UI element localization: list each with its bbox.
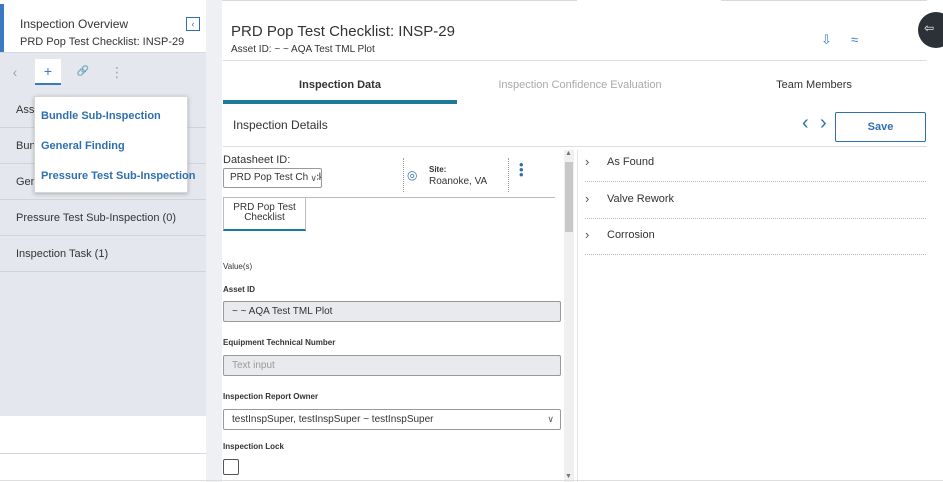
inspection-report-owner-label: Inspection Report Owner xyxy=(223,392,319,401)
tab-inspection-confidence-evaluation[interactable]: Inspection Confidence Evaluation xyxy=(463,70,697,104)
values-heading: Value(s) xyxy=(223,262,253,271)
sheet-tab-line2: Checklist xyxy=(244,212,285,223)
menu-item-general-finding[interactable]: General Finding xyxy=(41,140,125,152)
scroll-thumb[interactable] xyxy=(565,162,573,232)
save-button[interactable]: Save xyxy=(835,112,926,142)
chevron-right-icon: › xyxy=(585,191,590,206)
main-content: PRD Pop Test Checklist: INSP-29 Asset ID… xyxy=(206,0,927,482)
accordion-as-found[interactable]: › As Found xyxy=(585,146,926,182)
left-toolbar: ‹ + 🔗 ⋮ xyxy=(0,52,206,92)
datasheet-label: Datasheet ID: xyxy=(223,154,291,166)
asset-id-label: Asset ID xyxy=(223,285,256,294)
equipment-technical-number-field[interactable]: Text input xyxy=(223,355,561,376)
accordion-label: As Found xyxy=(607,156,655,168)
site-label: Site: xyxy=(429,165,447,174)
menu-item-pressure-test-sub-inspection[interactable]: Pressure Test Sub-Inspection xyxy=(41,170,195,182)
overview-header[interactable]: Inspection Overview PRD Pop Test Checkli… xyxy=(0,4,206,52)
menu-item-bundle-sub-inspection[interactable]: Bundle Sub-Inspection xyxy=(41,110,161,122)
owner-selected-value: testInspSuper, testInspSuper ~ testInspS… xyxy=(232,414,434,425)
add-icon[interactable]: + xyxy=(35,59,61,85)
accordion-label: Valve Rework xyxy=(607,193,675,205)
section-title: Inspection Details xyxy=(233,118,328,132)
divider xyxy=(508,158,509,192)
accordion-valve-rework[interactable]: › Valve Rework xyxy=(585,183,926,219)
location-pin-icon: ◎ xyxy=(407,168,418,182)
link-icon[interactable]: 🔗 xyxy=(70,59,96,85)
scroll-down-icon[interactable]: ▼ xyxy=(565,473,572,480)
divider xyxy=(403,158,404,192)
inspection-report-owner-select[interactable]: testInspSuper, testInspSuper ~ testInspS… xyxy=(223,409,561,430)
inspection-lock-checkbox[interactable] xyxy=(223,459,239,475)
footer-divider xyxy=(0,480,943,481)
previous-record-icon[interactable]: ‹ xyxy=(802,112,809,135)
form-scrollbar[interactable]: ▲ ▼ xyxy=(564,150,574,482)
collapse-panel-icon[interactable]: ‹ xyxy=(186,17,200,31)
tab-team-members[interactable]: Team Members xyxy=(697,70,931,104)
right-edge xyxy=(927,0,943,482)
inspection-lock-label: Inspection Lock xyxy=(223,442,284,451)
datasheet-select[interactable]: PRD Pop Test Checklist ∨ xyxy=(223,168,322,188)
site-value: Roanoke, VA xyxy=(429,176,488,187)
datasheet-section-tab[interactable]: PRD Pop Test Checklist xyxy=(223,198,306,231)
datasheet-form: Datasheet ID: PRD Pop Test Checklist ∨ ◎… xyxy=(223,148,563,482)
selected-accent xyxy=(0,4,4,52)
tab-bar: Inspection Data Inspection Confidence Ev… xyxy=(223,70,927,106)
header-divider xyxy=(223,60,927,61)
overview-subtitle: PRD Pop Test Checklist: INSP-29 xyxy=(20,36,185,48)
chevron-right-icon: › xyxy=(585,154,590,169)
list-item[interactable]: Pressure Test Sub-Inspection (0) xyxy=(0,200,206,236)
analytics-icon[interactable]: ≈ xyxy=(851,32,867,48)
more-options-icon[interactable]: • • • xyxy=(519,158,524,181)
equipment-technical-number-label: Equipment Technical Number xyxy=(223,338,336,347)
back-icon[interactable]: ‹ xyxy=(2,59,28,85)
next-record-icon[interactable]: › xyxy=(820,112,827,135)
page-subtitle: Asset ID: ~ ~ AQA Test TML Plot xyxy=(231,44,375,55)
chevron-down-icon: ∨ xyxy=(308,169,317,187)
accordion-corrosion[interactable]: › Corrosion xyxy=(585,219,926,255)
chevron-down-icon: ∨ xyxy=(547,414,554,424)
panel-gutter xyxy=(206,0,222,482)
left-panel: Inspection Overview PRD Pop Test Checkli… xyxy=(0,0,206,482)
list-item[interactable]: Inspection Task (1) xyxy=(0,236,206,272)
arrow-left-icon: ⇦ xyxy=(924,21,935,35)
accordion-label: Corrosion xyxy=(607,229,655,241)
overview-title: Inspection Overview xyxy=(20,17,129,31)
tab-inspection-data[interactable]: Inspection Data xyxy=(223,70,457,104)
more-icon[interactable]: ⋮ xyxy=(104,59,130,85)
add-menu-popup: Bundle Sub-Inspection General Finding Pr… xyxy=(34,96,195,193)
column-divider xyxy=(577,150,578,482)
download-icon[interactable]: ⇩ xyxy=(821,32,837,48)
asset-id-field[interactable]: ~ ~ AQA Test TML Plot xyxy=(223,301,561,322)
page-title: PRD Pop Test Checklist: INSP-29 xyxy=(231,23,455,40)
chevron-right-icon: › xyxy=(585,227,590,242)
scroll-up-icon[interactable]: ▲ xyxy=(565,150,572,157)
divider xyxy=(0,453,206,454)
